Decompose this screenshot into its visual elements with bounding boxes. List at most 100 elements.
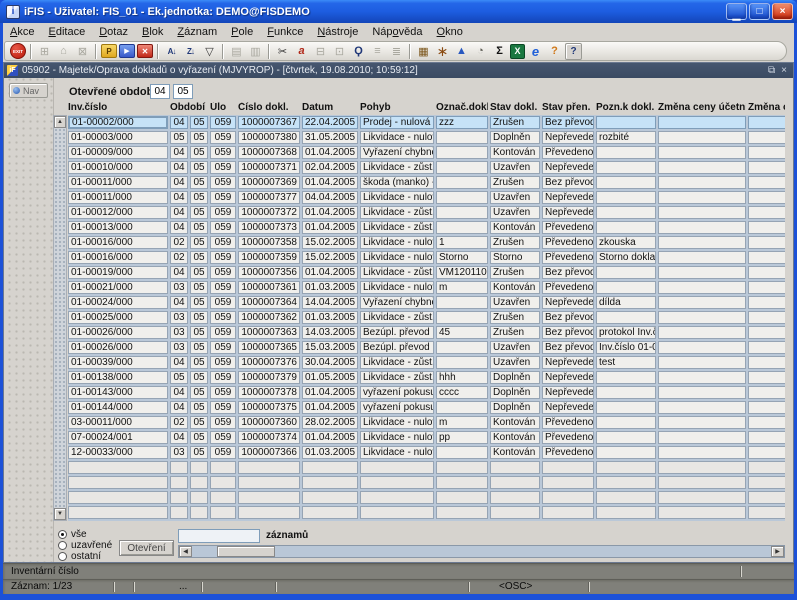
table-row[interactable]: 01-00016/000 02 05 059 1000007358 15.02.2005 L…	[68, 236, 785, 249]
cell[interactable]: 059	[210, 221, 236, 234]
cell[interactable]: Kontován	[490, 146, 540, 159]
cell[interactable]: 01-00024/000	[68, 296, 168, 309]
cell[interactable]	[436, 341, 488, 354]
cell[interactable]: Likvidace - nulová	[360, 131, 434, 144]
cell[interactable]	[658, 251, 746, 264]
cell[interactable]	[190, 506, 208, 519]
context-help-icon[interactable]: ?	[546, 43, 563, 60]
cell[interactable]: 05	[170, 131, 188, 144]
cell[interactable]: 45	[436, 326, 488, 339]
cell[interactable]	[436, 296, 488, 309]
radio-vse[interactable]: vše	[58, 529, 112, 540]
cell[interactable]: 059	[210, 206, 236, 219]
cell[interactable]: 05	[190, 221, 208, 234]
cell[interactable]: 31.05.2005	[302, 131, 358, 144]
cell[interactable]: Bez převodu d	[542, 116, 594, 129]
cell[interactable]: 059	[210, 371, 236, 384]
cell[interactable]: 05	[190, 251, 208, 264]
table-row[interactable]: 01-00024/000 04 05 059 1000007364 14.04.2005 V…	[68, 296, 785, 309]
cell[interactable]: Kontován	[490, 221, 540, 234]
edit-field-icon[interactable]: a	[293, 43, 310, 60]
cell[interactable]: Uzavřen	[490, 161, 540, 174]
cell[interactable]	[596, 116, 656, 129]
cell[interactable]: 28.02.2005	[302, 416, 358, 429]
cell[interactable]: 01.04.2005	[302, 431, 358, 444]
cell[interactable]	[210, 461, 236, 474]
cell[interactable]: VM120110	[436, 266, 488, 279]
cell[interactable]	[658, 116, 746, 129]
table-row[interactable]: 01-00025/000 03 05 059 1000007362 01.03.2005 L…	[68, 311, 785, 324]
cell[interactable]: Likvidace - zůst.c	[360, 206, 434, 219]
cell[interactable]	[360, 491, 434, 504]
cell[interactable]	[748, 461, 785, 474]
cell[interactable]: 01.03.2005	[302, 446, 358, 459]
cell[interactable]: Uzavřen	[490, 356, 540, 369]
cell[interactable]	[596, 371, 656, 384]
cell[interactable]	[190, 461, 208, 474]
cell[interactable]: Likvidace - nulové	[360, 236, 434, 249]
cell[interactable]	[748, 236, 785, 249]
cell[interactable]: 1000007372	[238, 206, 300, 219]
cell[interactable]	[658, 446, 746, 459]
cell[interactable]: protokol Inv.čísl	[596, 326, 656, 339]
cell[interactable]	[490, 506, 540, 519]
scroll-down-button[interactable]: ▼	[54, 508, 66, 520]
cell[interactable]: Inv.číslo 01-000	[596, 341, 656, 354]
cell[interactable]	[658, 281, 746, 294]
cell[interactable]: 03	[170, 341, 188, 354]
cell[interactable]: 03	[170, 311, 188, 324]
cell[interactable]: Likvidace - nulové	[360, 416, 434, 429]
cell[interactable]	[596, 446, 656, 459]
cell[interactable]: 05	[190, 236, 208, 249]
cell[interactable]: Nepřevedeno	[542, 161, 594, 174]
sort-ascending-icon[interactable]: A↓	[163, 43, 180, 60]
cell[interactable]	[658, 161, 746, 174]
cell[interactable]: 059	[210, 266, 236, 279]
cell[interactable]: pp	[436, 431, 488, 444]
cell[interactable]	[436, 176, 488, 189]
cell[interactable]: 01.05.2005	[302, 371, 358, 384]
cell[interactable]	[658, 341, 746, 354]
table-row[interactable]: 03-00011/000 02 05 059 1000007360 28.02.2005 L…	[68, 416, 785, 429]
cell[interactable]: 1000007361	[238, 281, 300, 294]
cell[interactable]	[748, 131, 785, 144]
cell[interactable]	[748, 326, 785, 339]
cell[interactable]	[596, 221, 656, 234]
table-row[interactable]: 01-00021/000 03 05 059 1000007361 01.03.2005 L…	[68, 281, 785, 294]
cell[interactable]: Nepřevedeno	[542, 296, 594, 309]
cell[interactable]: vyřazení pokusu	[360, 401, 434, 414]
cell[interactable]: Bezúpl. převod na	[360, 341, 434, 354]
scroll-up-button[interactable]: ▲	[54, 116, 66, 128]
cell[interactable]: 05	[190, 296, 208, 309]
cell[interactable]	[748, 386, 785, 399]
cell[interactable]	[658, 461, 746, 474]
web-icon[interactable]: ∗	[434, 43, 451, 60]
cell[interactable]: 22.04.2005	[302, 116, 358, 129]
cell[interactable]: Uzavřen	[490, 341, 540, 354]
cell[interactable]: 04	[170, 146, 188, 159]
record-scrollbar[interactable]: ▲ ▼	[53, 115, 67, 521]
form-close-button[interactable]: ×	[778, 65, 790, 76]
cell[interactable]: dílda	[596, 296, 656, 309]
cell[interactable]: 1000007371	[238, 161, 300, 174]
cell[interactable]	[542, 476, 594, 489]
cell[interactable]: 01-00011/000	[68, 191, 168, 204]
cell[interactable]: 03	[170, 281, 188, 294]
cell[interactable]	[596, 161, 656, 174]
minimize-button[interactable]: ▁	[726, 3, 747, 21]
cell[interactable]: 01-00013/000	[68, 221, 168, 234]
cell[interactable]: 059	[210, 176, 236, 189]
table-row[interactable]: 01-00012/000 04 05 059 1000007372 01.04.2005 L…	[68, 206, 785, 219]
cell[interactable]: 01-00026/000	[68, 326, 168, 339]
cell[interactable]: 059	[210, 386, 236, 399]
cell[interactable]: 01-00138/000	[68, 371, 168, 384]
cell[interactable]: 01-00021/000	[68, 281, 168, 294]
cell[interactable]	[658, 416, 746, 429]
cell[interactable]	[436, 356, 488, 369]
cell[interactable]: 01-00039/000	[68, 356, 168, 369]
table-row[interactable]: 01-00039/000 04 05 059 1000007376 30.04.2005 L…	[68, 356, 785, 369]
cell[interactable]	[748, 371, 785, 384]
cell[interactable]: 05	[190, 281, 208, 294]
cell[interactable]: 1000007362	[238, 311, 300, 324]
cell[interactable]	[302, 491, 358, 504]
